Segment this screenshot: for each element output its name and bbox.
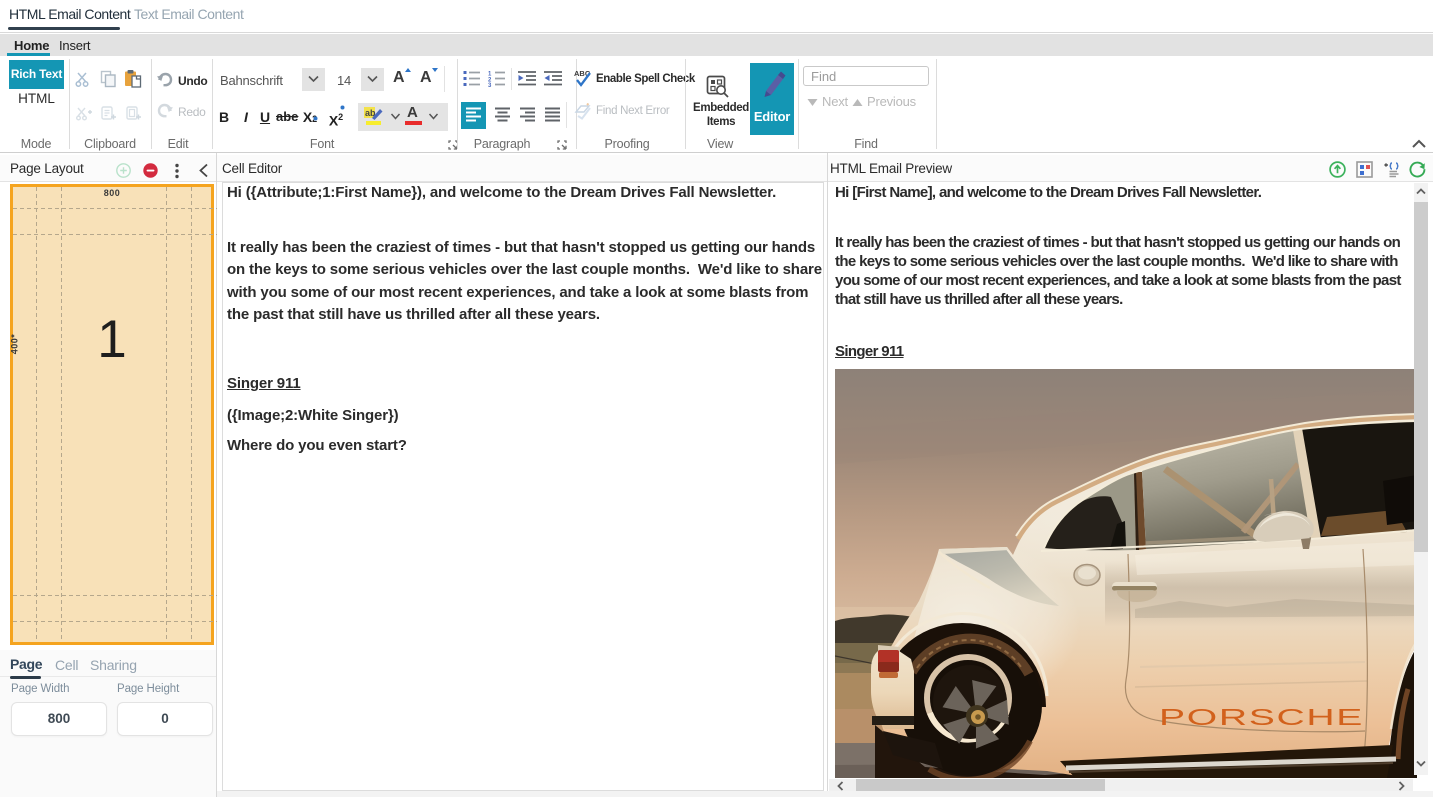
- svg-text:3: 3: [488, 83, 492, 87]
- svg-text:PORSCHE: PORSCHE: [1159, 704, 1364, 730]
